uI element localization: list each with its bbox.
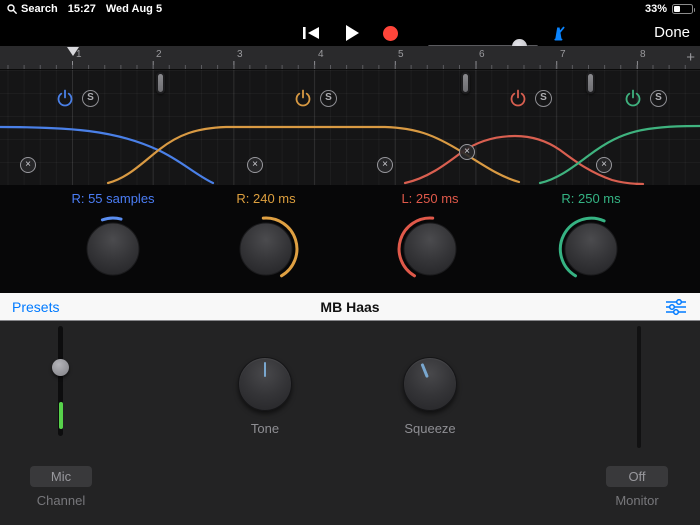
crossover-handle-1[interactable] [156,72,165,94]
status-right: 33% [645,3,693,15]
beat-label-7: 7 [560,49,566,60]
done-button[interactable]: Done [654,24,690,41]
rewind-icon [303,26,320,40]
record-button[interactable] [379,23,401,43]
band2-power-button[interactable] [294,89,312,107]
knob1-value-label: R: 55 samples [38,191,188,209]
rewind-button[interactable] [300,23,322,43]
search-icon [7,4,17,14]
knob3-value-label: L: 250 ms [355,191,505,209]
monitor-label: Monitor [606,493,668,508]
metronome-icon [549,24,567,42]
date-label: Wed Aug 5 [106,3,162,15]
output-fader-track[interactable] [637,326,641,448]
play-button[interactable] [341,23,363,43]
knob-group-2: R: 240 ms [191,191,341,284]
knob1-dial[interactable] [78,214,148,284]
crossover-handle-3[interactable] [586,72,595,94]
plugin-name: MB Haas [0,293,700,321]
squeeze-knob[interactable] [403,357,457,411]
squeeze-knob-indicator [420,363,428,378]
power-icon [624,89,642,107]
controls-toggle-button[interactable] [666,299,686,315]
band3-solo-button[interactable]: S [535,90,552,107]
band1-solo-button[interactable]: S [82,90,99,107]
sliders-icon [666,299,686,315]
channel-label: Channel [30,493,92,508]
crossover-curves [0,70,700,185]
knob-group-4: R: 250 ms [516,191,666,284]
squeeze-label: Squeeze [395,421,465,436]
input-source-button[interactable]: Mic [30,466,92,487]
spotlight-search[interactable]: Search [7,3,58,15]
metronome-button[interactable] [548,23,568,43]
beat-label-5: 5 [398,49,404,60]
knob2-value-label: R: 240 ms [191,191,341,209]
band4-solo-button[interactable]: S [650,90,667,107]
monitor-button[interactable]: Off [606,466,668,487]
delete-node-button-2[interactable]: × [247,157,263,173]
band3-controls: S [509,89,552,107]
multiband-editor: S S S S [0,70,700,185]
transport-bar: Done [0,18,700,46]
input-fader[interactable] [48,321,72,471]
band1-controls: S [56,89,99,107]
knob4-value-label: R: 250 ms [516,191,666,209]
add-bars-button[interactable]: + [686,49,695,66]
play-icon [345,25,359,41]
power-icon [294,89,312,107]
fader-thumb[interactable] [52,359,69,376]
record-icon [383,26,398,41]
band4-controls: S [624,89,667,107]
clock-label: 15:27 [68,3,96,15]
knob4-dial[interactable] [556,214,626,284]
power-icon [509,89,527,107]
knob3-dial[interactable] [395,214,465,284]
knob-group-3: L: 250 ms [355,191,505,284]
delete-node-button-1[interactable]: × [20,157,36,173]
beat-label-3: 3 [237,49,243,60]
battery-percent: 33% [645,3,667,15]
playhead[interactable] [67,47,79,56]
band4-power-button[interactable] [624,89,642,107]
beat-label-8: 8 [640,49,646,60]
status-left: Search 15:27 Wed Aug 5 [7,3,162,15]
band3-power-button[interactable] [509,89,527,107]
channel-strip: Tone Squeeze Mic Channel Off Monitor [0,321,700,525]
beat-label-2: 2 [156,49,162,60]
battery-icon [672,4,693,14]
delay-knob-row: R: 55 samples R: 240 ms L: 250 ms R: 250… [0,185,700,293]
band1-power-button[interactable] [56,89,74,107]
level-meter [59,402,63,429]
search-label: Search [21,3,58,15]
delete-node-button-4[interactable]: × [459,144,475,160]
tone-label: Tone [238,421,292,436]
battery-fill [674,6,680,12]
timeline-ruler[interactable]: 1 2 3 4 5 6 7 8 + [0,46,700,70]
beat-label-4: 4 [318,49,324,60]
crossover-handle-2[interactable] [461,72,470,94]
band2-solo-button[interactable]: S [320,90,337,107]
knob-group-1: R: 55 samples [38,191,188,284]
delete-node-button-5[interactable]: × [596,157,612,173]
tone-knob-indicator [264,362,267,377]
band2-controls: S [294,89,337,107]
knob2-dial[interactable] [231,214,301,284]
beat-label-6: 6 [479,49,485,60]
garageband-screen: Search 15:27 Wed Aug 5 33% [0,0,700,525]
tone-knob[interactable] [238,357,292,411]
power-icon [56,89,74,107]
delete-node-button-3[interactable]: × [377,157,393,173]
status-bar: Search 15:27 Wed Aug 5 33% [0,0,700,20]
preset-bar: Presets MB Haas [0,293,700,321]
